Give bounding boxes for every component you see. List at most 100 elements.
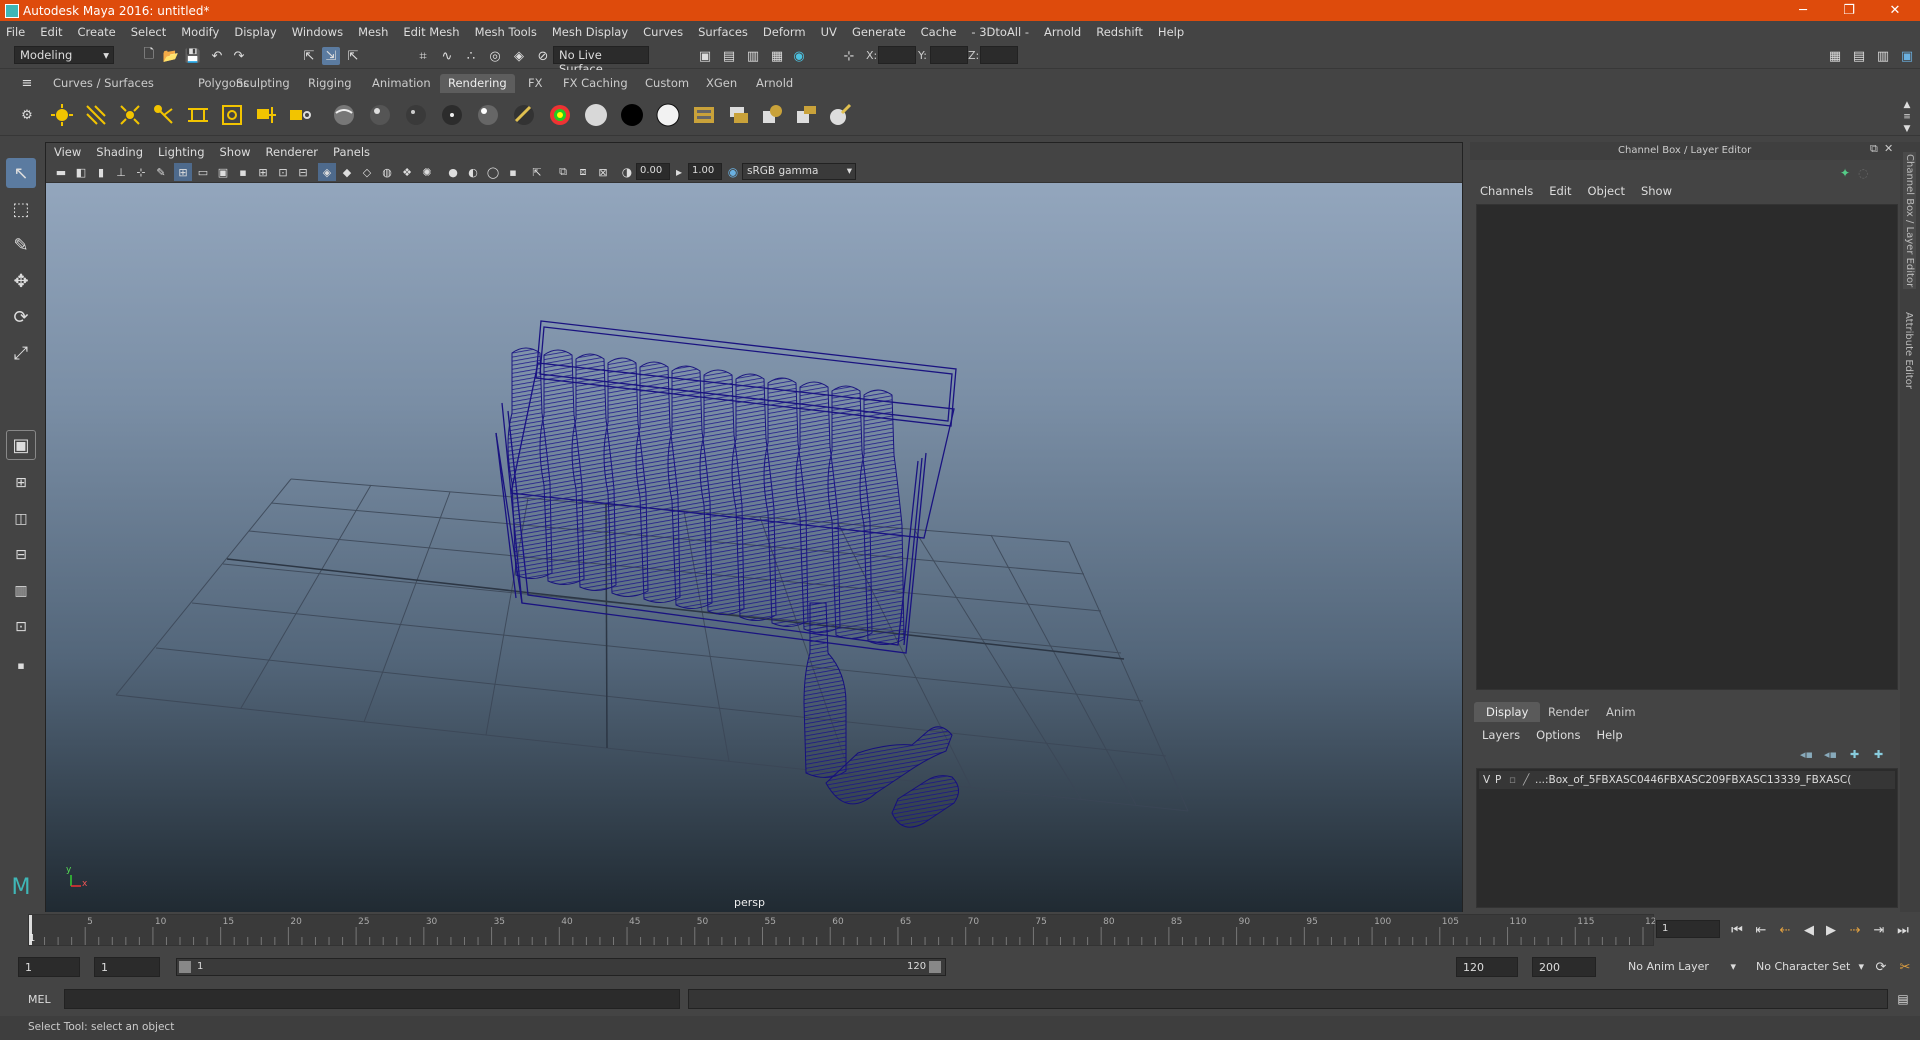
material-10-icon[interactable] (654, 101, 682, 129)
menu-windows[interactable]: Windows (292, 25, 343, 39)
camera-attributes-icon[interactable]: ◧ (72, 163, 90, 181)
script-language-label[interactable]: MEL (28, 993, 51, 1006)
menu-redshift[interactable]: Redshift (1096, 25, 1143, 39)
anim-layer-dropdown[interactable]: No Anim Layer ▾ (1622, 957, 1740, 977)
cb-menu-show[interactable]: Show (1641, 184, 1672, 198)
snap-grid-icon[interactable]: ⌗ (414, 47, 432, 65)
side-tab-channel-box[interactable]: Channel Box / Layer Editor (1903, 152, 1916, 290)
persp-uv-layout-icon[interactable]: ⊡ (6, 612, 36, 642)
render-settings-icon[interactable]: ▦ (768, 47, 786, 65)
bookmark-icon[interactable]: ▮ (92, 163, 110, 181)
render-current-frame-icon[interactable] (724, 101, 752, 129)
menu-select[interactable]: Select (131, 25, 166, 39)
close-panel-icon[interactable]: ✕ (1884, 142, 1893, 155)
tab-display[interactable]: Display (1474, 702, 1541, 722)
material-2-icon[interactable] (366, 101, 394, 129)
menu-create[interactable]: Create (78, 25, 116, 39)
safe-title-icon[interactable]: ⊟ (294, 163, 312, 181)
menu-uv[interactable]: UV (821, 25, 837, 39)
menu-cache[interactable]: Cache (921, 25, 957, 39)
custom-layout-icon[interactable]: ▪ (6, 650, 36, 680)
script-editor-icon[interactable]: ▤ (1894, 990, 1912, 1008)
menu-modify[interactable]: Modify (181, 25, 219, 39)
viewport-3d-scene[interactable]: persp x y (46, 183, 1462, 913)
material-5-icon[interactable] (474, 101, 502, 129)
spot-light-icon[interactable] (150, 101, 178, 129)
range-handle-start[interactable] (179, 961, 191, 973)
ipr-shelf-icon[interactable] (758, 101, 786, 129)
menu-edit[interactable]: Edit (40, 25, 62, 39)
wireframe-icon[interactable]: ◈ (318, 163, 336, 181)
menu-generate[interactable]: Generate (852, 25, 906, 39)
menu-curves[interactable]: Curves (643, 25, 683, 39)
tab-sculpting[interactable]: Sculpting (228, 74, 298, 93)
scene-end-field[interactable]: 200 (1532, 957, 1596, 977)
tab-rigging[interactable]: Rigging (300, 74, 360, 93)
workspace-icon[interactable]: ▦ (1826, 47, 1844, 65)
layer-name[interactable]: ...:Box_of_5FBXASC0446FBXASC209FBXASC133… (1535, 774, 1851, 786)
playback-start-field[interactable]: 1 (94, 957, 160, 977)
step-forward-key-icon[interactable]: ⇥ (1870, 921, 1888, 939)
wireframe-on-shaded-icon[interactable]: ◇ (358, 163, 376, 181)
shadows-icon[interactable]: ● (444, 163, 462, 181)
shelf-menu-icon[interactable]: ≡ (18, 74, 36, 92)
layer-type-toggle[interactable]: ▫ (1509, 774, 1523, 786)
film-gate-icon[interactable]: ▭ (194, 163, 212, 181)
menu-file[interactable]: File (6, 25, 25, 39)
menu-arnold[interactable]: Arnold (1044, 25, 1081, 39)
time-slider[interactable]: 5 10 15 20 25 30 35 40 45 50 55 60 65 70 75 80 85 90 95 100… (28, 914, 1662, 946)
gamma-icon[interactable]: ▸ (670, 163, 688, 181)
range-handle-end[interactable] (929, 961, 941, 973)
select-by-object-icon[interactable]: ⇲ (322, 47, 340, 65)
select-camera-icon[interactable]: ▬ (52, 163, 70, 181)
vp-menu-lighting[interactable]: Lighting (158, 145, 204, 159)
animation-prefs-icon[interactable]: ✂ (1896, 958, 1914, 976)
step-forward-frame-icon[interactable]: ⇢ (1846, 921, 1864, 939)
xray-icon[interactable]: ◍ (378, 163, 396, 181)
area-light-icon[interactable] (184, 101, 212, 129)
hypershade-icon[interactable]: ◉ (790, 47, 808, 65)
select-tool-icon[interactable]: ↖ (6, 158, 36, 188)
layer-row[interactable]: V P ▫ ╱ ...:Box_of_5FBXASC0446FBXASC209F… (1479, 771, 1895, 789)
move-layer-down-icon[interactable]: ◂▪ (1824, 748, 1837, 761)
y-field[interactable] (930, 46, 968, 64)
motion-blur-icon[interactable]: ◯ (484, 163, 502, 181)
lasso-tool-icon[interactable]: ⬚ (6, 194, 36, 224)
live-surface-icon[interactable]: ⊘ (534, 47, 552, 65)
four-view-layout-icon[interactable]: ⊞ (6, 468, 36, 498)
new-scene-icon[interactable]: 🗋 (140, 47, 158, 65)
tab-custom[interactable]: Custom (637, 74, 697, 93)
exposure-icon[interactable]: ◑ (618, 163, 636, 181)
batch-render-icon[interactable] (792, 101, 820, 129)
mode-dropdown[interactable]: Modeling ▾ (14, 46, 114, 64)
paint-select-tool-icon[interactable]: ✎ (6, 230, 36, 260)
vp-menu-renderer[interactable]: Renderer (266, 145, 319, 159)
material-4-icon[interactable] (438, 101, 466, 129)
single-perspective-layout-icon[interactable]: ▣ (6, 430, 36, 460)
layer-menu-layers[interactable]: Layers (1482, 728, 1520, 742)
volume-light-icon[interactable] (218, 101, 246, 129)
xray-joints-icon[interactable]: ⧉ (554, 163, 572, 181)
menu-3dtoall[interactable]: - 3DtoAll - (971, 25, 1029, 39)
step-back-key-icon[interactable]: ⇤ (1752, 921, 1770, 939)
snap-view-icon[interactable]: ◎ (486, 47, 504, 65)
tab-fx[interactable]: FX (520, 74, 551, 93)
rotate-tool-icon[interactable]: ⟳ (6, 302, 36, 332)
outliner-persp-layout-icon[interactable]: ▥ (6, 576, 36, 606)
material-9-icon[interactable] (618, 101, 646, 129)
exposure-field[interactable]: 0.00 (636, 163, 670, 180)
menu-help[interactable]: Help (1158, 25, 1184, 39)
save-scene-icon[interactable]: 💾 (184, 47, 202, 65)
anti-aliasing-icon[interactable]: ▪ (504, 163, 522, 181)
play-forward-icon[interactable]: ▶ (1822, 921, 1840, 939)
cb-menu-object[interactable]: Object (1588, 184, 1625, 198)
material-1-icon[interactable] (330, 101, 358, 129)
undo-icon[interactable]: ↶ (208, 47, 226, 65)
menu-mesh-tools[interactable]: Mesh Tools (475, 25, 537, 39)
character-set-dropdown[interactable]: No Character Set ▾ (1750, 957, 1868, 977)
move-layer-up-icon[interactable]: ◂▪ (1800, 748, 1813, 761)
menu-mesh-display[interactable]: Mesh Display (552, 25, 628, 39)
vp-menu-view[interactable]: View (54, 145, 81, 159)
tab-curves-surfaces[interactable]: Curves / Surfaces (45, 74, 162, 93)
resolution-gate-icon[interactable]: ▣ (214, 163, 232, 181)
